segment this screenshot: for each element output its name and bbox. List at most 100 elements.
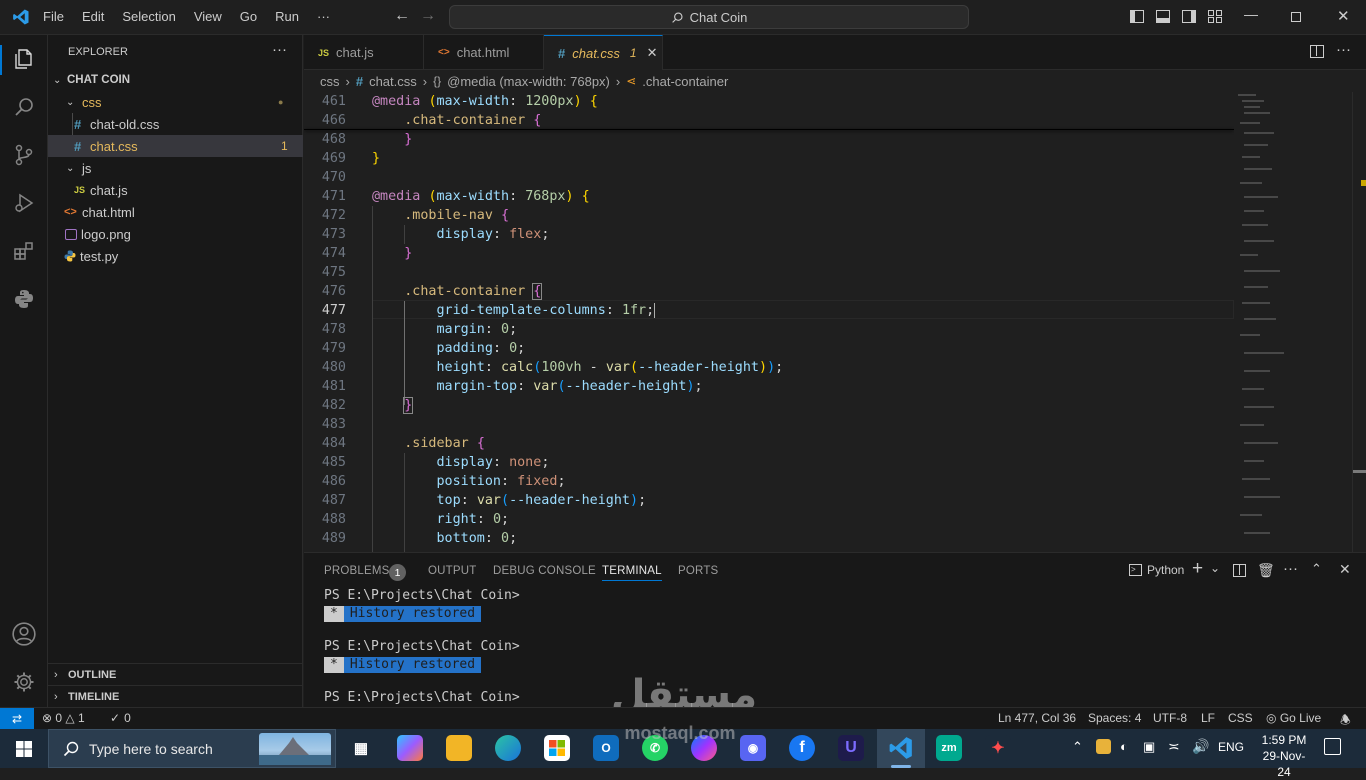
tree-item-test-py[interactable]: test.py xyxy=(48,245,303,267)
show-hidden-icons-chevron[interactable]: ⌃ xyxy=(1072,739,1083,755)
minimap[interactable] xyxy=(1234,92,1352,552)
split-terminal-icon[interactable] xyxy=(1233,564,1246,577)
facebook-icon[interactable]: f xyxy=(789,735,815,761)
code-text: top: var(--header-height); xyxy=(436,493,647,508)
tab-chat-html[interactable]: <> chat.html xyxy=(424,35,544,70)
edge-browser-icon[interactable] xyxy=(495,735,521,761)
customize-layout-icon[interactable] xyxy=(1208,10,1222,23)
close-panel-icon[interactable]: ✕ xyxy=(1339,561,1351,578)
remote-indicator-icon[interactable]: ⇄ xyxy=(0,708,34,730)
ports-indicator[interactable]: ✓ 0 xyxy=(110,711,131,725)
forward-arrow-icon[interactable]: → xyxy=(420,7,436,25)
breadcrumb-selector[interactable]: .chat-container xyxy=(642,74,728,89)
split-editor-icon[interactable] xyxy=(1310,45,1324,58)
restore-icon[interactable] xyxy=(1291,12,1301,22)
outline-section-header[interactable]: › OUTLINE xyxy=(48,663,303,685)
more-actions-icon[interactable]: ··· xyxy=(1283,560,1298,577)
explorer-more-button[interactable]: ··· xyxy=(272,41,287,58)
minimize-icon[interactable]: — xyxy=(1244,6,1258,22)
clock[interactable]: 1:59 PM 29-Nov-24 xyxy=(1256,732,1312,780)
run-debug-icon[interactable] xyxy=(10,189,38,217)
back-arrow-icon[interactable]: ← xyxy=(394,7,410,25)
timeline-section-header[interactable]: › TIMELINE xyxy=(48,685,303,707)
notification-center-icon[interactable] xyxy=(1324,738,1341,755)
toggle-secondary-sidebar-icon[interactable] xyxy=(1182,10,1196,23)
go-live-button[interactable]: ◎ Go Live xyxy=(1266,711,1321,725)
close-tab-icon[interactable]: ✕ xyxy=(647,45,658,61)
tree-item-chat-js[interactable]: JS chat.js xyxy=(48,179,303,201)
chevron-down-icon[interactable]: ⌄ xyxy=(1210,561,1220,575)
history-star: * xyxy=(324,606,344,622)
tab-terminal[interactable]: TERMINAL xyxy=(602,565,662,581)
menu-go[interactable]: Go xyxy=(231,9,266,24)
tab-output[interactable]: OUTPUT xyxy=(428,565,476,577)
tab-ports[interactable]: PORTS xyxy=(678,565,718,577)
volume-icon[interactable]: 🔊 xyxy=(1192,738,1209,755)
device-icon[interactable]: ◐ xyxy=(1120,739,1128,754)
network-icon[interactable]: ▣ xyxy=(1143,739,1155,755)
windows-start-icon[interactable] xyxy=(16,741,32,757)
toggle-panel-icon[interactable] xyxy=(1156,10,1170,23)
new-terminal-icon[interactable]: + xyxy=(1192,558,1203,580)
menu-file[interactable]: File xyxy=(34,9,73,24)
breadcrumb-folder[interactable]: css xyxy=(320,74,340,89)
tab-debug-console[interactable]: DEBUG CONSOLE xyxy=(493,565,596,577)
task-view-icon[interactable]: ▦ xyxy=(348,735,374,761)
search-icon[interactable] xyxy=(10,93,38,121)
tree-item-chat-css[interactable]: # chat.css 1 xyxy=(48,135,303,157)
tab-problems[interactable]: PROBLEMS xyxy=(324,565,390,577)
manage-gear-icon[interactable] xyxy=(10,668,38,696)
cursor-position[interactable]: Ln 477, Col 36 xyxy=(998,711,1076,725)
tree-item-css-folder[interactable]: ⌄ css ● xyxy=(48,91,303,113)
taskbar-search-box[interactable]: Type here to search xyxy=(48,729,336,768)
trash-icon[interactable]: 🗑 xyxy=(1257,562,1275,579)
more-actions-icon[interactable]: ··· xyxy=(1336,41,1351,58)
tree-item-js-folder[interactable]: ⌄ js xyxy=(48,157,303,179)
terminal-shell-name[interactable]: Python xyxy=(1147,563,1184,577)
chevron-down-icon: ⌄ xyxy=(66,96,75,108)
vscode-taskbar-active[interactable] xyxy=(877,729,925,768)
menu-run[interactable]: Run xyxy=(266,9,308,24)
tree-item-logo-png[interactable]: logo.png xyxy=(48,223,303,245)
tree-item-chat-old-css[interactable]: # chat-old.css xyxy=(48,113,303,135)
breadcrumb: css › # chat.css › {} @media (max-width:… xyxy=(304,70,1234,92)
tab-chat-js[interactable]: JS chat.js xyxy=(304,35,424,70)
maximize-panel-icon[interactable]: ⌃ xyxy=(1311,561,1322,577)
copilot-icon[interactable] xyxy=(397,735,423,761)
tab-chat-css[interactable]: # chat.css 1 ✕ xyxy=(544,35,663,70)
menu-selection[interactable]: Selection xyxy=(113,9,184,24)
account-icon[interactable] xyxy=(10,620,38,648)
command-center-search[interactable]: Chat Coin xyxy=(449,5,969,29)
breadcrumb-media-query[interactable]: @media (max-width: 768px) xyxy=(447,74,610,89)
extensions-icon[interactable] xyxy=(10,237,38,265)
microsoft-store-icon[interactable] xyxy=(544,735,570,761)
wifi-icon[interactable]: ≍ xyxy=(1168,738,1180,755)
security-shield-icon[interactable] xyxy=(1096,739,1111,754)
menu-more[interactable]: ··· xyxy=(308,9,339,24)
tree-item-chat-html[interactable]: <> chat.html xyxy=(48,201,303,223)
git-app-icon[interactable]: ✦ xyxy=(985,735,1011,761)
code-line-current: 477 grid-template-columns: 1fr; xyxy=(321,303,656,318)
breadcrumb-file[interactable]: chat.css xyxy=(369,74,417,89)
menu-edit[interactable]: Edit xyxy=(73,9,113,24)
toggle-sidebar-icon[interactable] xyxy=(1130,10,1144,23)
menu-view[interactable]: View xyxy=(185,9,231,24)
code-editor[interactable]: 461 @media (max-width: 1200px) { 466 .cha… xyxy=(304,92,1234,552)
errors-indicator[interactable]: ⊗ 0 △ 1 xyxy=(42,711,85,725)
upwork-icon[interactable]: U xyxy=(838,735,864,761)
input-language[interactable]: ENG xyxy=(1218,740,1244,754)
code-line: 487 top: var(--header-height); xyxy=(321,493,647,508)
source-control-icon[interactable] xyxy=(10,141,38,169)
project-folder-header[interactable]: ⌄ CHAT COIN xyxy=(48,69,303,91)
end-of-line[interactable]: LF xyxy=(1201,711,1215,725)
language-mode[interactable]: CSS xyxy=(1228,711,1253,725)
explorer-icon[interactable] xyxy=(10,45,38,73)
file-explorer-icon[interactable] xyxy=(446,735,472,761)
indentation[interactable]: Spaces: 4 xyxy=(1088,711,1141,725)
zoho-icon[interactable]: zm xyxy=(936,735,962,761)
editor-scrollbar[interactable] xyxy=(1352,92,1366,552)
encoding[interactable]: UTF-8 xyxy=(1153,711,1187,725)
python-icon[interactable] xyxy=(10,285,38,313)
code-text: .sidebar { xyxy=(404,436,485,451)
close-window-icon[interactable]: ✕ xyxy=(1337,7,1350,25)
